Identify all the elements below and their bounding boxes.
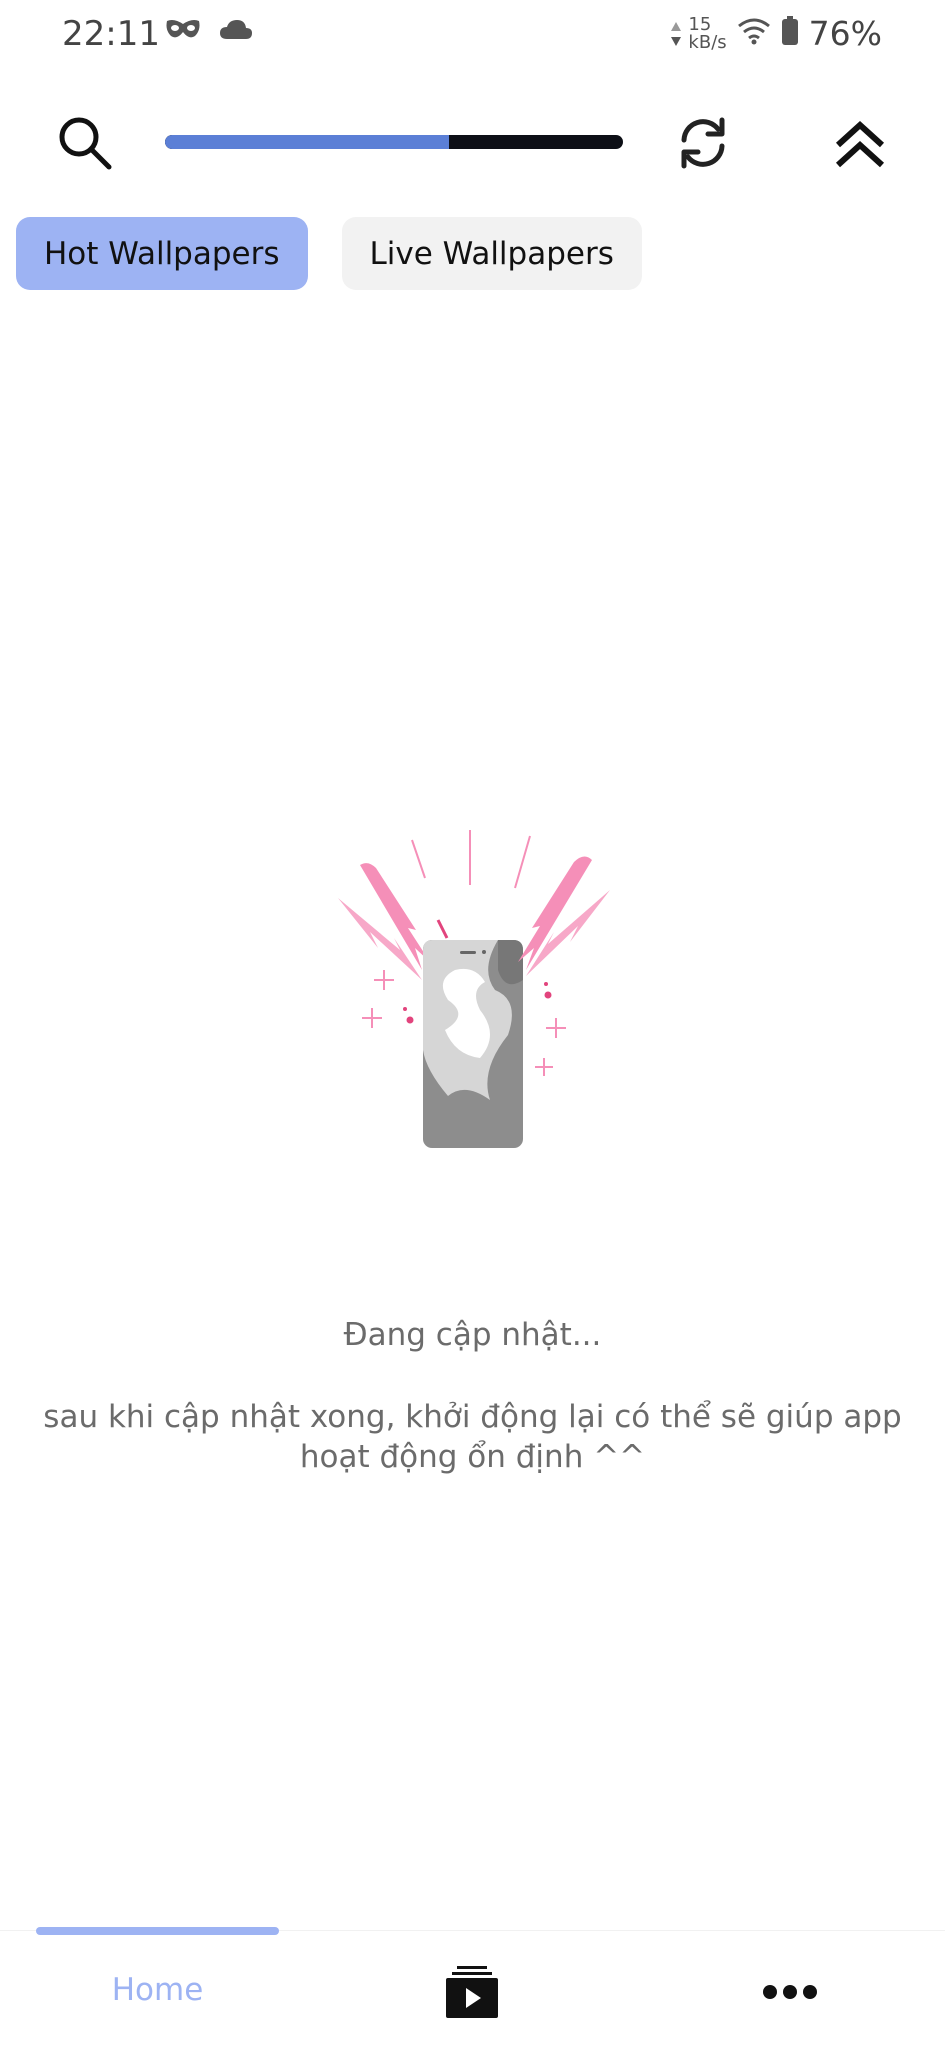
nav-more[interactable] bbox=[745, 1957, 835, 2027]
bottom-nav: Home bbox=[0, 1927, 945, 2048]
updating-illustration bbox=[330, 820, 620, 1160]
net-speed-value: 15 bbox=[688, 13, 712, 35]
more-dots-icon bbox=[763, 1985, 817, 1999]
video-play-icon bbox=[446, 1966, 498, 2018]
nav-video[interactable] bbox=[432, 1957, 512, 2027]
battery-icon bbox=[781, 16, 799, 51]
updating-description: sau khi cập nhật xong, khởi động lại có … bbox=[43, 1399, 902, 1475]
refresh-icon bbox=[681, 117, 725, 169]
mask-icon bbox=[165, 18, 201, 45]
status-right: 15 kB/s 76% bbox=[670, 14, 882, 53]
refresh-button[interactable] bbox=[663, 103, 743, 183]
progress-fill bbox=[165, 135, 449, 149]
tab-bar: Hot Wallpapers Live Wallpapers bbox=[16, 217, 642, 290]
net-speed: 15 kB/s bbox=[670, 13, 727, 53]
status-bar: 22:11 15 kB/s 76% bbox=[0, 0, 945, 72]
cloud-icon bbox=[219, 18, 253, 45]
status-time: 22:11 bbox=[62, 14, 160, 54]
progress-bar bbox=[165, 135, 623, 149]
search-icon bbox=[59, 117, 112, 170]
net-speed-unit: kB/s bbox=[688, 31, 727, 53]
nav-home[interactable]: Home bbox=[36, 1931, 279, 2048]
double-chevron-up-icon bbox=[835, 120, 885, 168]
tab-live-wallpapers[interactable]: Live Wallpapers bbox=[341, 217, 642, 290]
tab-hot-wallpapers[interactable]: Hot Wallpapers bbox=[16, 217, 308, 290]
top-toolbar bbox=[0, 100, 945, 190]
wifi-icon bbox=[737, 17, 771, 50]
data-arrows-icon bbox=[671, 21, 682, 46]
scroll-to-top-button[interactable] bbox=[820, 103, 900, 183]
battery-percent: 76% bbox=[808, 14, 882, 53]
updating-title: Đang cập nhật... bbox=[343, 1317, 602, 1353]
app-screen: 22:11 15 kB/s 76% Hot Wallpapers Live Wa… bbox=[0, 0, 945, 2048]
status-left-icons bbox=[165, 18, 253, 45]
search-button[interactable] bbox=[45, 103, 125, 183]
